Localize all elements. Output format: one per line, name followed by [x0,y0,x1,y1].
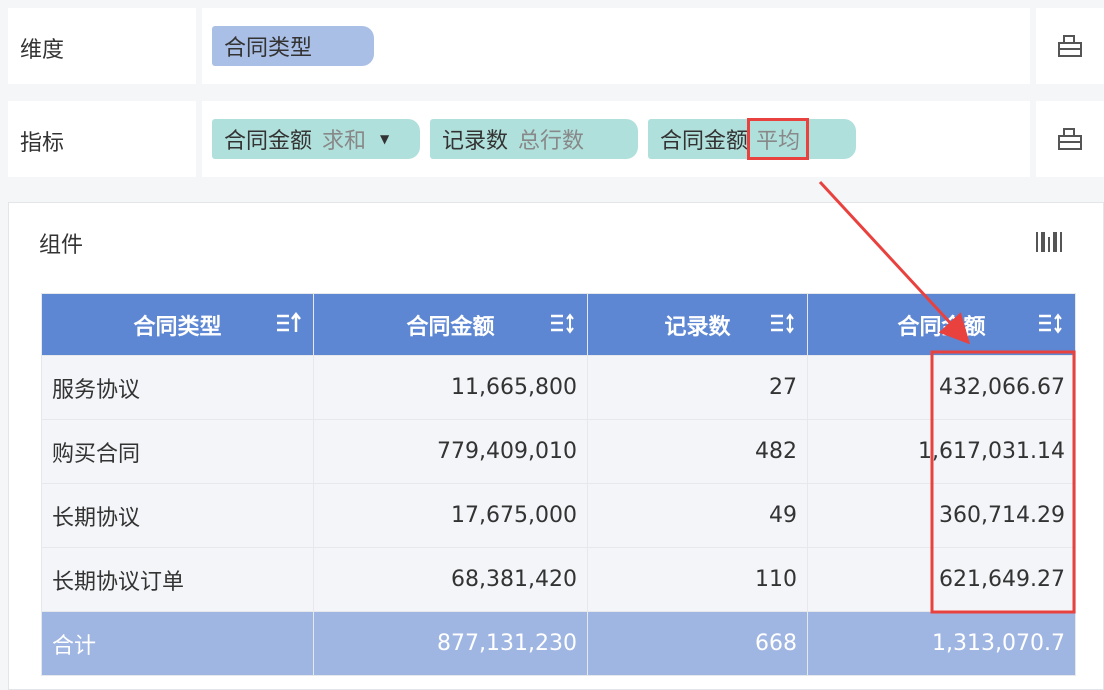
cell-contract-type: 长期协议订单 [41,547,314,612]
metric-pill-name: 记录数 [442,129,509,154]
component-panel: 组件 合同类型 合同金额 记录数 合同金额 服务协议 11,665,800 27… [8,202,1104,690]
metric-label: 指标 [20,131,65,156]
cell-amount-avg: 360,714.29 [807,483,1076,548]
cell-record-count: 27 [587,355,808,420]
cell-amount-sum: 68,381,420 [313,547,588,612]
column-header-amount-sum[interactable]: 合同金额 [313,293,588,356]
layout-settings-icon [1058,128,1082,150]
table-row: 购买合同 779,409,010 482 1,617,031.14 [41,419,1076,484]
cell-amount-sum: 779,409,010 [313,419,588,484]
cell-amount-avg: 1,617,031.14 [807,419,1076,484]
metric-pill-amount-avg[interactable]: 合同金额 平均 [648,118,856,160]
metric-pill-record-count[interactable]: 记录数 总行数 [430,119,638,159]
barcode-chart-icon [1036,232,1062,252]
cell-amount-sum: 11,665,800 [313,355,588,420]
metric-pill-agg-highlighted: 平均 [747,118,810,160]
sort-icon[interactable] [275,311,301,342]
total-record-count: 668 [587,611,808,676]
metric-pill-amount-sum[interactable]: 合同金额 求和 ▼ [212,119,420,159]
metric-pill-name: 合同金额 [660,129,749,154]
cell-amount-sum: 17,675,000 [313,483,588,548]
dimension-settings-button[interactable] [1036,8,1104,84]
component-title: 组件 [39,233,84,258]
metric-settings-button[interactable] [1036,101,1104,177]
column-header-amount-avg[interactable]: 合同金额 [807,293,1076,356]
total-amount-avg: 1,313,070.7 [807,611,1076,676]
dimension-drop-area[interactable]: 合同类型 [202,8,1030,84]
dimension-pill-text: 合同类型 [224,36,313,61]
dimension-row-label: 维度 [8,8,196,84]
cell-contract-type: 长期协议 [41,483,314,548]
cell-record-count: 49 [587,483,808,548]
chevron-down-icon[interactable]: ▼ [380,132,389,146]
metric-pill-agg: 总行数 [518,129,585,154]
sort-icon[interactable] [769,312,795,342]
metric-drop-area[interactable]: 合同金额 求和 ▼ 记录数 总行数 合同金额 平均 [202,101,1030,177]
cell-contract-type: 服务协议 [41,355,314,420]
table-row: 长期协议订单 68,381,420 110 621,649.27 [41,547,1076,612]
metric-row-label: 指标 [8,101,196,177]
metric-pill-agg: 求和 [322,129,367,154]
column-header-label: 记录数 [664,314,731,340]
table-header-row: 合同类型 合同金额 记录数 合同金额 [41,293,1076,356]
metric-pill-name: 合同金额 [224,129,313,154]
dimension-label: 维度 [20,38,65,63]
sort-icon[interactable] [1037,312,1063,342]
column-header-contract-type[interactable]: 合同类型 [41,293,314,356]
total-amount-sum: 877,131,230 [313,611,588,676]
total-label: 合计 [41,611,314,676]
cell-record-count: 110 [587,547,808,612]
column-header-label: 合同类型 [133,314,222,340]
column-header-label: 合同金额 [406,314,495,340]
component-chart-type-button[interactable] [1035,229,1063,259]
cell-contract-type: 购买合同 [41,419,314,484]
cell-amount-avg: 621,649.27 [807,547,1076,612]
column-header-label: 合同金额 [897,314,986,340]
table-row: 服务协议 11,665,800 27 432,066.67 [41,355,1076,420]
column-header-record-count[interactable]: 记录数 [587,293,808,356]
table-row: 长期协议 17,675,000 49 360,714.29 [41,483,1076,548]
sort-icon[interactable] [549,312,575,342]
cell-record-count: 482 [587,419,808,484]
cell-amount-avg: 432,066.67 [807,355,1076,420]
dimension-pill-contract-type[interactable]: 合同类型 [212,26,374,66]
data-table: 合同类型 合同金额 记录数 合同金额 服务协议 11,665,800 27 43… [41,293,1076,676]
table-total-row: 合计 877,131,230 668 1,313,070.7 [41,611,1076,676]
layout-settings-icon [1058,35,1082,57]
